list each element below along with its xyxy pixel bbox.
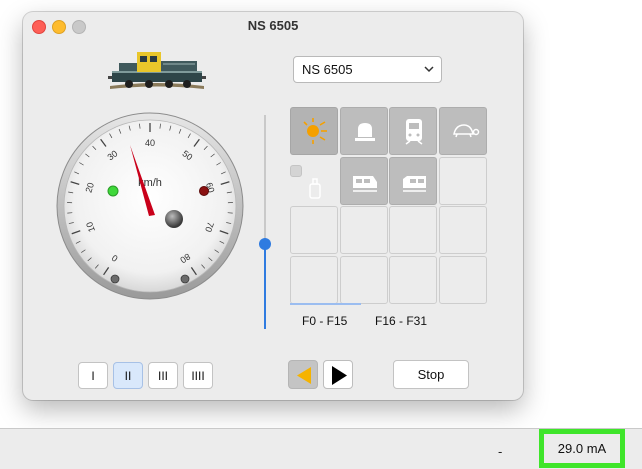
speed-step-button-2[interactable]: II xyxy=(113,362,143,389)
active-tab-indicator xyxy=(290,303,361,305)
chevron-down-icon xyxy=(423,63,435,75)
headlight-icon xyxy=(291,108,339,156)
title-bar[interactable]: NS 6505 xyxy=(23,12,523,40)
function-button-f13[interactable] xyxy=(340,256,388,304)
function-button-f2[interactable] xyxy=(389,107,437,155)
status-dash: - xyxy=(498,444,502,459)
speedometer: 01020304050607080 km/h xyxy=(56,108,245,300)
stop-button[interactable]: Stop xyxy=(393,360,469,389)
beacon-icon xyxy=(341,108,389,156)
function-button-f6[interactable] xyxy=(389,157,437,205)
function-button-f4[interactable] xyxy=(290,165,302,177)
window-title: NS 6505 xyxy=(23,18,523,33)
function-button-f12[interactable] xyxy=(290,256,338,304)
locomotive-select[interactable]: NS 6505 xyxy=(293,56,442,83)
function-button-f10[interactable] xyxy=(389,206,437,254)
function-button-f7[interactable] xyxy=(439,157,487,205)
throttle-window: NS 6505 NS 6505 xyxy=(23,12,523,400)
needle-hub xyxy=(165,210,183,228)
speed-step-button-4[interactable]: IIII xyxy=(183,362,213,389)
function-button-f8[interactable] xyxy=(290,206,338,254)
tab-f0-f15[interactable]: F0 - F15 xyxy=(302,314,347,328)
speed-tick-label: 40 xyxy=(145,138,155,148)
function-button-f11[interactable] xyxy=(439,206,487,254)
gauge-screw-left xyxy=(111,275,119,283)
function-button-f14[interactable] xyxy=(389,256,437,304)
speed-step-button-1[interactable]: I xyxy=(78,362,108,389)
gauge-screw-right xyxy=(181,275,189,283)
function-button-f15[interactable] xyxy=(439,256,487,304)
green-indicator-light xyxy=(108,186,118,196)
speed-slider-knob[interactable] xyxy=(259,238,271,250)
cab-light-icon xyxy=(341,158,389,206)
reverse-direction-button[interactable] xyxy=(288,360,318,389)
red-indicator-light xyxy=(200,187,209,196)
triangle-right-icon xyxy=(324,361,354,390)
turtle-icon xyxy=(440,108,488,156)
locomotive-select-value: NS 6505 xyxy=(302,62,353,77)
speed-slider-fill xyxy=(264,244,266,329)
function-button-f3[interactable] xyxy=(439,107,487,155)
train-front-icon xyxy=(390,108,438,156)
triangle-left-icon xyxy=(289,361,319,390)
function-button-f9[interactable] xyxy=(340,206,388,254)
locomotive-image xyxy=(107,46,207,94)
current-readout-value: 29.0 mA xyxy=(558,441,606,456)
function-button-f1[interactable] xyxy=(340,107,388,155)
function-button-f0[interactable] xyxy=(290,107,338,155)
horn-icon xyxy=(390,158,438,206)
forward-direction-button[interactable] xyxy=(323,360,353,389)
function-button-f5[interactable] xyxy=(340,157,388,205)
current-readout: 29.0 mA xyxy=(539,429,625,468)
speed-step-button-3[interactable]: III xyxy=(148,362,178,389)
tab-f16-f31[interactable]: F16 - F31 xyxy=(375,314,427,328)
function-grid xyxy=(290,107,489,302)
